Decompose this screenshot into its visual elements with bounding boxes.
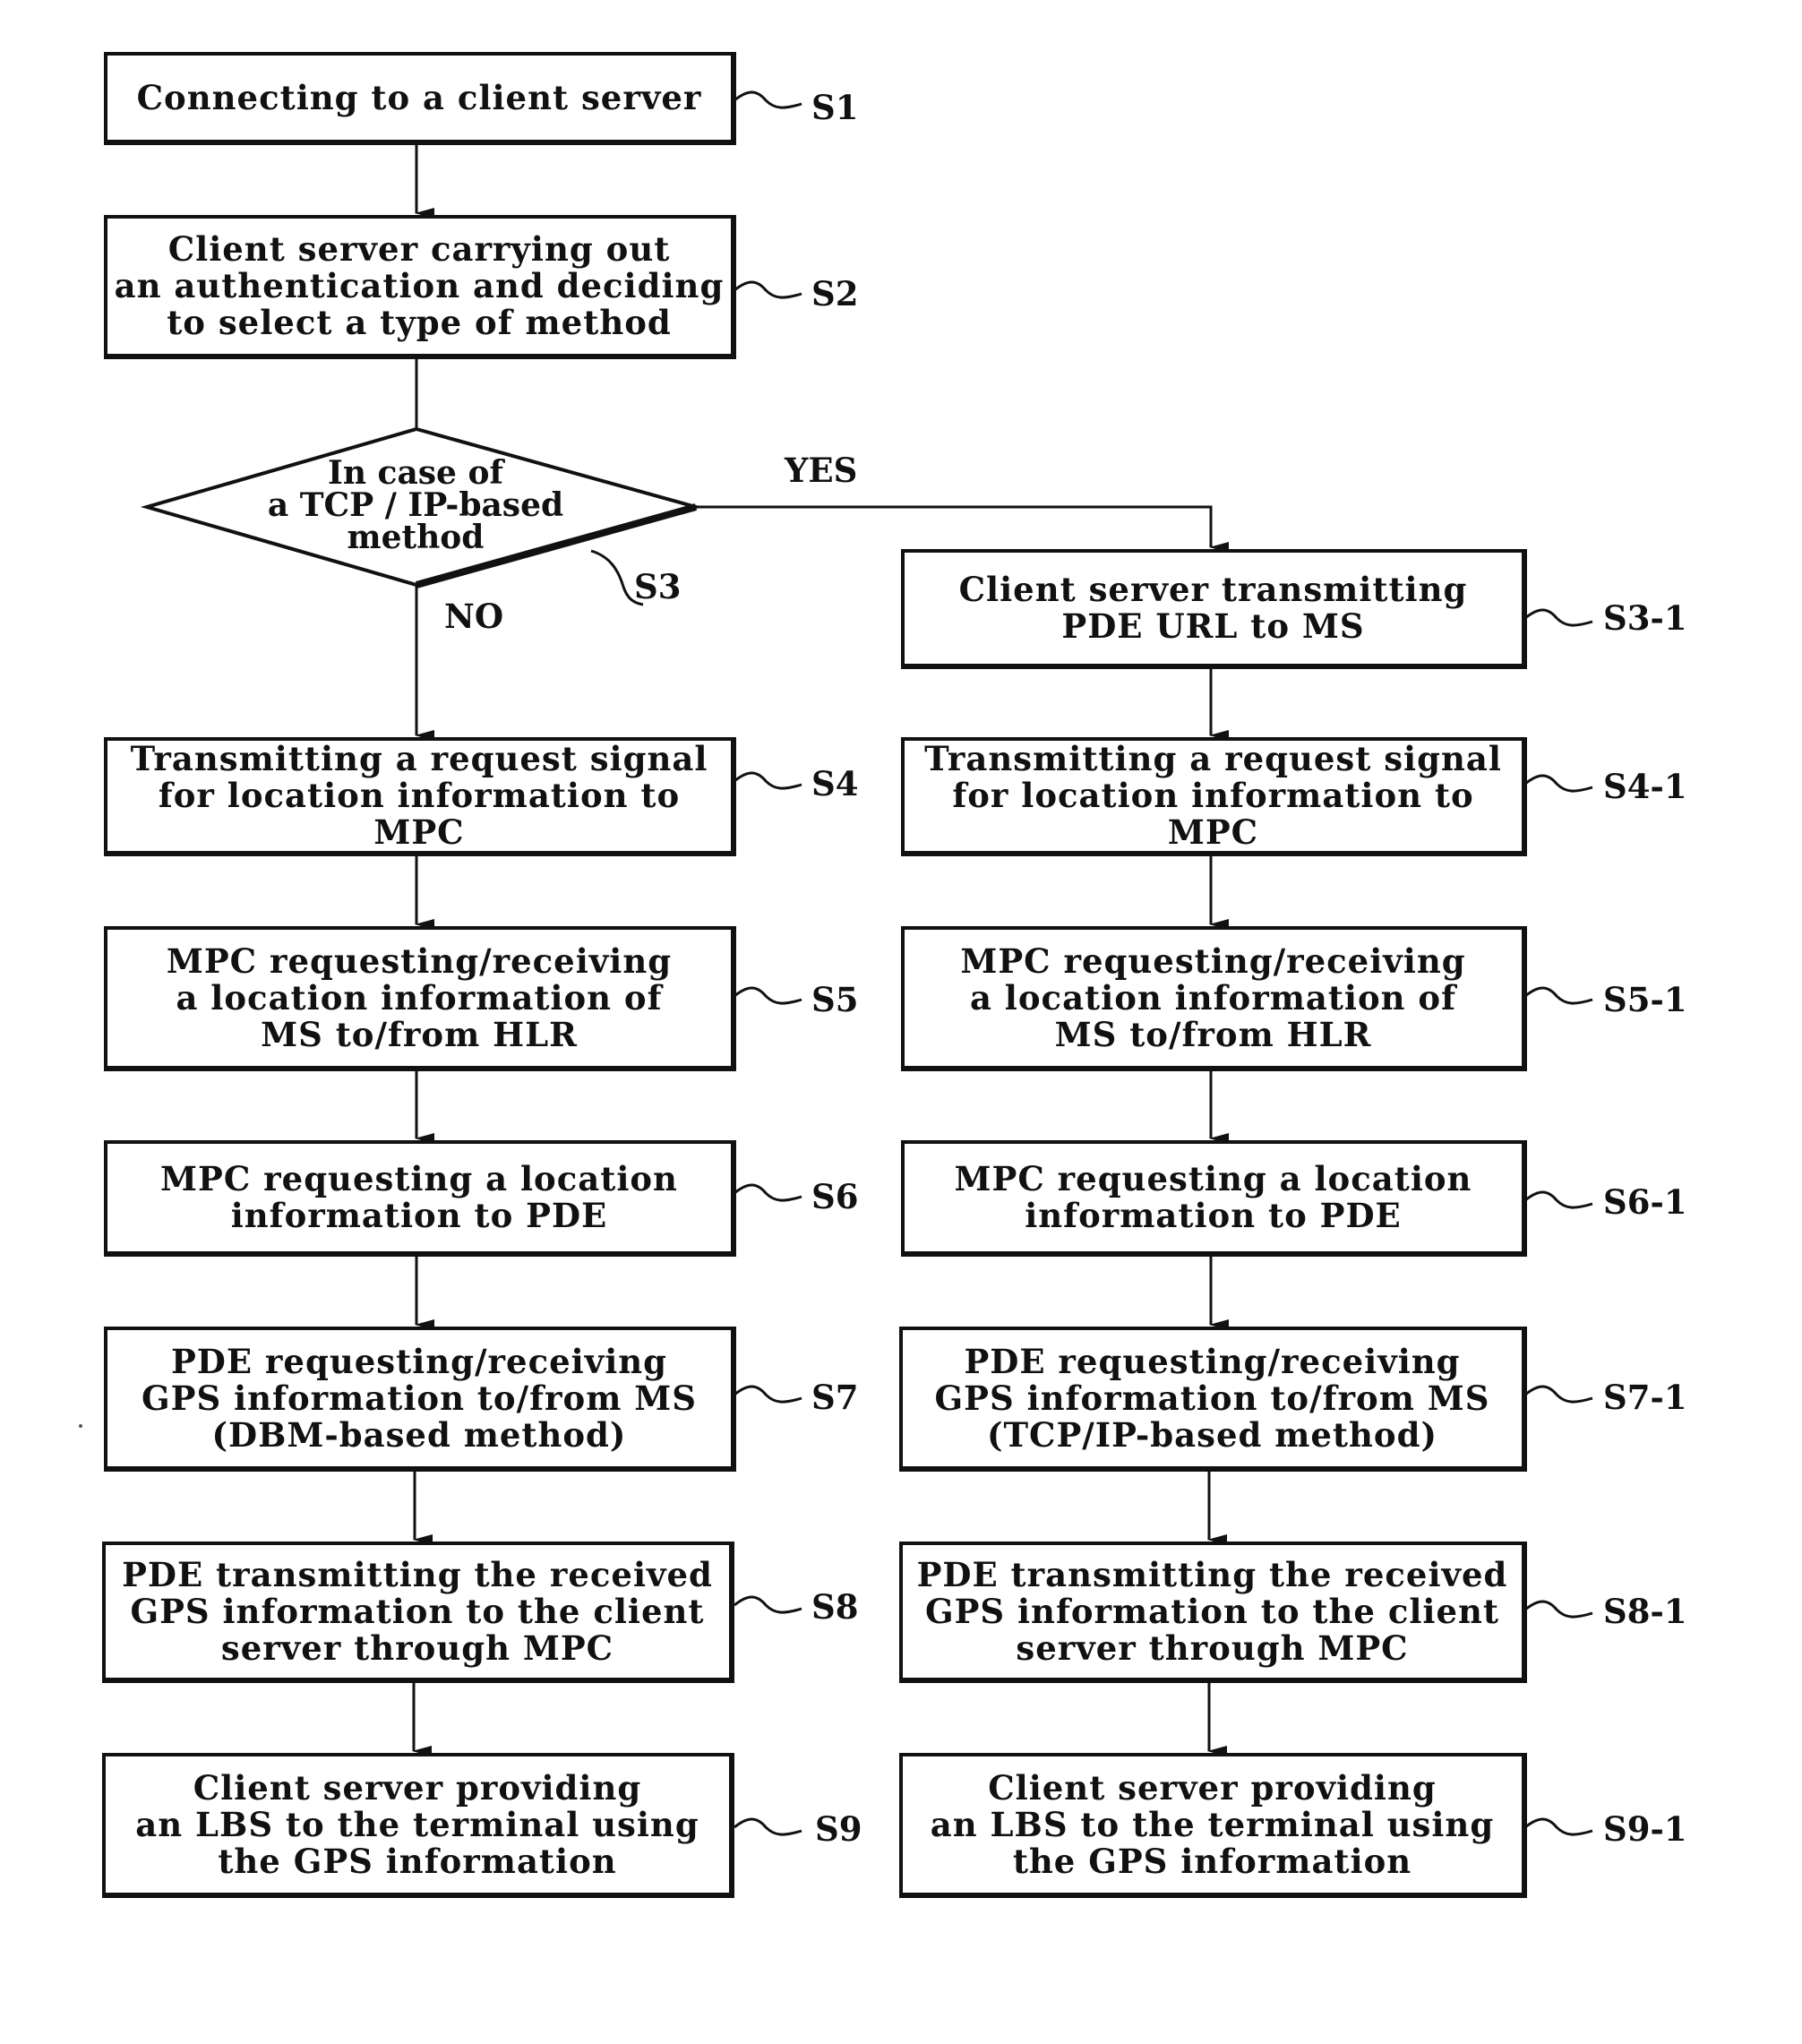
leader-s7 [734,1385,802,1404]
step-label-s3: S3 [634,567,682,606]
leader-s6-1 [1524,1190,1593,1209]
step-text-s4-1: Transmitting a request signal for locati… [924,739,1502,852]
step-text-s9-1: Client server providing an LBS to the te… [930,1767,1495,1881]
no-label: NO [444,597,504,636]
step-text-s8: PDE transmitting the received GPS inform… [122,1554,713,1668]
leader-s5-1 [1524,986,1593,1005]
step-text-s4: Transmitting a request signal for locati… [130,739,708,852]
leader-s9 [734,1817,802,1836]
step-box-s1: Connecting to a client server [104,52,736,145]
step-text-s2: Client server carrying out an authentica… [114,229,725,342]
leader-s1 [734,90,802,109]
step-label-s1: S1 [811,88,859,127]
step-label-s7-1: S7-1 [1603,1378,1687,1417]
step-label-s5-1: S5-1 [1603,980,1687,1019]
step-box-s4-1: Transmitting a request signal for locati… [901,737,1527,856]
step-text-s3-1: Client server transmitting PDE URL to MS [958,570,1468,646]
step-label-s6-1: S6-1 [1603,1182,1687,1222]
step-text-s9: Client server providing an LBS to the te… [135,1767,699,1881]
step-text-s6-1: MPC requesting a location information to… [954,1159,1472,1235]
step-label-s4-1: S4-1 [1603,767,1687,806]
stray-dot [79,1424,82,1428]
step-box-s6: MPC requesting a location information to… [104,1140,736,1257]
step-box-s4: Transmitting a request signal for locati… [104,737,736,856]
step-text-s5-1: MPC requesting/receiving a location info… [960,940,1466,1054]
step-text-s7: PDE requesting/receiving GPS information… [142,1341,697,1455]
step-label-s8: S8 [811,1587,859,1627]
step-box-s3-1: Client server transmitting PDE URL to MS [901,549,1527,669]
step-text-s1: Connecting to a client server [136,77,702,117]
leader-s7-1 [1524,1385,1593,1404]
step-label-s8-1: S8-1 [1603,1592,1687,1631]
step-label-s9-1: S9-1 [1603,1809,1687,1849]
step-box-s7-1: PDE requesting/receiving GPS information… [899,1327,1527,1472]
leader-s8 [734,1595,802,1614]
step-box-s7: PDE requesting/receiving GPS information… [104,1327,736,1472]
step-box-s8-1: PDE transmitting the received GPS inform… [899,1542,1527,1683]
leader-s8-1 [1524,1600,1593,1619]
step-label-s4: S4 [811,764,859,803]
step-box-s8: PDE transmitting the received GPS inform… [102,1542,734,1683]
arrow-s3-yes-to-s3-1 [696,505,1229,553]
step-label-s9: S9 [815,1809,862,1849]
step-label-s5: S5 [811,980,859,1019]
step-box-s6-1: MPC requesting a location information to… [901,1140,1527,1257]
step-label-s6: S6 [811,1177,859,1216]
leader-s2 [734,280,802,299]
leader-s4 [734,771,802,790]
step-box-s5: MPC requesting/receiving a location info… [104,926,736,1071]
leader-s9-1 [1524,1817,1593,1836]
step-box-s9-1: Client server providing an LBS to the te… [899,1753,1527,1898]
decision-text: In case of a TCP / IP-based method [267,454,564,556]
leader-s4-1 [1524,774,1593,793]
step-box-s5-1: MPC requesting/receiving a location info… [901,926,1527,1071]
step-label-s3-1: S3-1 [1603,598,1687,638]
step-box-s9: Client server providing an LBS to the te… [102,1753,734,1898]
leader-s6 [734,1183,802,1202]
step-text-s6: MPC requesting a location information to… [160,1159,678,1235]
step-text-s5: MPC requesting/receiving a location info… [166,940,673,1054]
yes-label: YES [785,451,858,490]
step-label-s7: S7 [811,1378,859,1417]
leader-s5 [734,986,802,1005]
leader-s3-1 [1524,608,1593,627]
step-box-s2: Client server carrying out an authentica… [104,215,736,359]
step-text-s8-1: PDE transmitting the received GPS inform… [916,1554,1508,1668]
step-text-s7-1: PDE requesting/receiving GPS information… [934,1341,1490,1455]
step-label-s2: S2 [811,274,859,313]
